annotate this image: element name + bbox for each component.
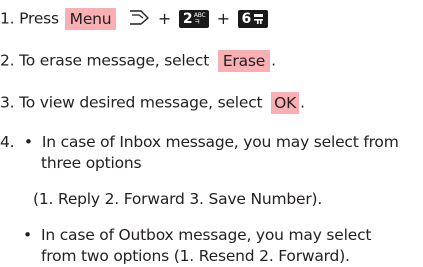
key-2-digit: 2 xyxy=(182,11,193,27)
step-1-prefix: 1. Press xyxy=(0,9,59,28)
inbox-line1: In case of Inbox message, you may select… xyxy=(41,133,399,151)
key-2-icon: 2 ABC ㅋ xyxy=(178,10,209,28)
step-4-outbox-line1: • In case of Outbox message, you may sele… xyxy=(23,225,371,245)
inbox-options: (1. Reply 2. Forward 3. Save Number). xyxy=(33,190,323,208)
key-6-icon: 6 xyxy=(237,10,268,28)
step-2-text: 2. To erase message, select xyxy=(0,51,210,70)
step-3-end: . xyxy=(300,93,305,112)
step-2-end: . xyxy=(271,51,276,70)
step-4-inbox-options: (1. Reply 2. Forward 3. Save Number). xyxy=(33,189,322,209)
key-2-glyph: ㅋ xyxy=(193,18,201,26)
plus-sign: + xyxy=(216,9,230,28)
step-4-inbox-line1: 4. • In case of Inbox message, you may se… xyxy=(0,132,399,152)
plus-sign: + xyxy=(157,9,172,28)
step-2: 2. To erase message, select Erase. xyxy=(0,50,276,72)
key-6-glyph-icon xyxy=(253,14,263,24)
menu-key-label: Menu xyxy=(64,8,117,30)
step-4-number: 4. xyxy=(0,133,15,151)
bullet: • xyxy=(23,133,33,151)
outbox-line1: In case of Outbox message, you may selec… xyxy=(41,226,372,244)
step-1: 1. Press Menu + 2 ABC ㅋ + 6 xyxy=(0,8,268,30)
key-6-digit: 6 xyxy=(241,11,252,27)
step-4-outbox-line2: from two options (1. Resend 2. Forward). xyxy=(41,246,350,266)
erase-key-label: Erase xyxy=(217,50,271,72)
bullet: • xyxy=(23,226,32,244)
ok-key-label: OK xyxy=(271,92,300,114)
outbox-line2: from two options (1. Resend 2. Forward). xyxy=(41,247,350,265)
step-4-inbox-line2: three options xyxy=(41,153,142,173)
step-3-text: 3. To view desired message, select xyxy=(0,93,263,112)
left-softkey-icon xyxy=(128,9,150,30)
step-3: 3. To view desired message, select OK. xyxy=(0,92,305,114)
inbox-line2: three options xyxy=(41,154,142,172)
